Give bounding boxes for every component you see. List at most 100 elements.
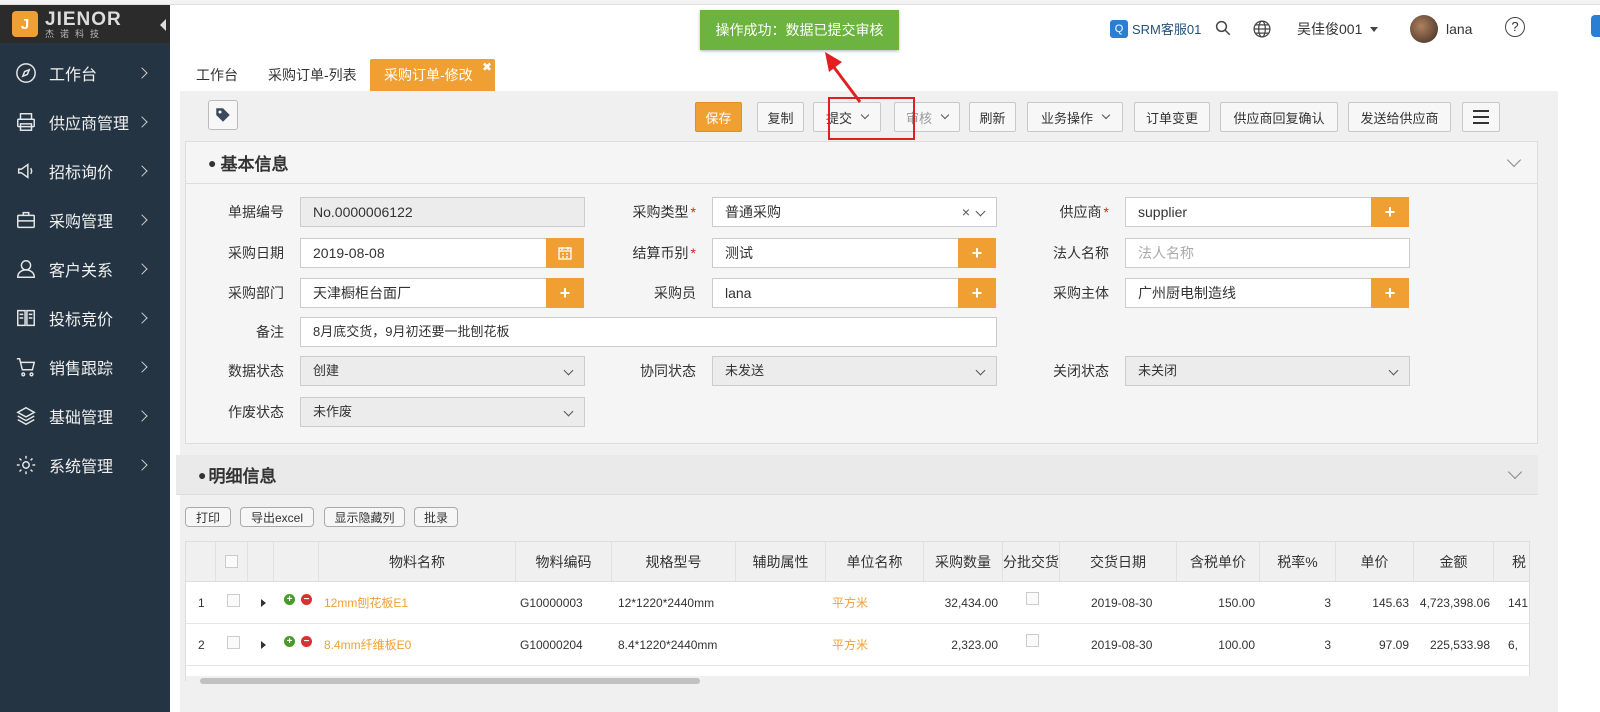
grid-header-qty[interactable]: 采购数量 [924, 542, 1003, 582]
sidebar-item-purchase[interactable]: 采购管理 [0, 195, 170, 244]
grid-header-batch-delivery[interactable]: 分批交货 [1003, 542, 1060, 582]
buyer-add-button[interactable]: + [958, 278, 996, 308]
close-status-label: 关闭状态 [1053, 363, 1109, 379]
add-row-icon[interactable]: + [284, 594, 295, 605]
row-checkbox[interactable] [227, 636, 240, 649]
batch-delivery-checkbox[interactable] [1026, 592, 1039, 605]
print-button[interactable]: 打印 [185, 507, 231, 527]
add-row-icon[interactable]: + [284, 636, 295, 647]
batch-delivery-checkbox[interactable] [1026, 634, 1039, 647]
scroll-thumb[interactable] [200, 678, 700, 684]
sidebar-item-sales[interactable]: 销售跟踪 [0, 342, 170, 391]
plus-icon: + [559, 282, 571, 303]
row-checkbox[interactable] [227, 594, 240, 607]
show-hidden-columns-button[interactable]: 显示隐藏列 [324, 507, 405, 527]
dept-add-button[interactable]: + [546, 278, 584, 308]
export-excel-button[interactable]: 导出excel [240, 507, 314, 527]
tab-order-list[interactable]: 采购订单-列表 [254, 59, 371, 91]
tax-rate: 3 [1324, 638, 1331, 652]
grid-header-delivery-date[interactable]: 交货日期 [1060, 542, 1177, 582]
table-row[interactable]: 1 + − 12mm刨花板E1 G10000003 12*1220*2440mm… [186, 582, 1529, 624]
supplier-add-button[interactable]: + [1371, 197, 1409, 227]
void-status-select[interactable]: 未作废 [300, 397, 585, 427]
date-field[interactable]: 2019-08-08 [300, 238, 547, 268]
support-link[interactable]: Q SRM客服01 [1110, 19, 1201, 38]
help-button[interactable]: ? [1505, 17, 1525, 37]
remove-row-icon[interactable]: − [301, 636, 312, 647]
remove-row-icon[interactable]: − [301, 594, 312, 605]
entity-field[interactable]: 广州厨电制造线 [1125, 278, 1372, 308]
sidebar-item-system[interactable]: 系统管理 [0, 440, 170, 489]
tag-icon [216, 108, 230, 122]
user-icon: ● [208, 154, 217, 171]
copy-button[interactable]: 复制 [757, 102, 804, 132]
language-button[interactable] [1252, 19, 1272, 39]
send-to-supplier-button[interactable]: 发送给供应商 [1348, 102, 1451, 132]
remark-field[interactable]: 8月底交货，9月初还要一批刨花板 [300, 317, 997, 347]
sidebar-item-basic[interactable]: 基础管理 [0, 391, 170, 440]
expand-icon[interactable] [261, 641, 266, 649]
sidebar-collapse-icon[interactable] [160, 19, 166, 31]
qq-icon: Q [1110, 19, 1128, 38]
grid-header-price[interactable]: 单价 [1336, 542, 1414, 582]
chevron-right-icon [136, 164, 148, 177]
select-all-checkbox[interactable] [225, 555, 238, 568]
gear-icon [16, 455, 36, 474]
more-menu-button[interactable] [1462, 102, 1500, 132]
buyer-field[interactable]: lana [712, 278, 959, 308]
refresh-button[interactable]: 刷新 [969, 102, 1016, 132]
supplier-field[interactable]: supplier [1125, 197, 1372, 227]
grid-header-spec[interactable]: 规格型号 [612, 542, 736, 582]
clear-icon[interactable]: × [962, 198, 970, 226]
dept-field[interactable]: 天津橱柜台面厂 [300, 278, 547, 308]
date-picker-button[interactable] [546, 238, 584, 268]
collab-select[interactable]: 未发送 [712, 356, 997, 386]
material-name-link[interactable]: 8.4mm纤维板E0 [324, 624, 411, 666]
type-select[interactable]: 普通采购 × [712, 197, 997, 227]
grid-header-amount[interactable]: 金额 [1414, 542, 1494, 582]
legal-name-input[interactable]: 法人名称 [1125, 238, 1410, 268]
grid-header-material-code[interactable]: 物料编码 [516, 542, 612, 582]
grid-header-tax-price[interactable]: 含税单价 [1177, 542, 1260, 582]
business-ops-button[interactable]: 业务操作 [1027, 102, 1123, 132]
sidebar: J JIENOR 杰诺科技 工作台 供应商管理 招标询价 采购管理 客户关系 投… [0, 5, 170, 712]
basic-info-header[interactable]: ● 基本信息 [186, 142, 1537, 184]
chevron-right-icon [136, 66, 148, 79]
grid-header-material-name[interactable]: 物料名称 [319, 542, 516, 582]
grid-header-aux[interactable]: 辅助属性 [736, 542, 826, 582]
search-button[interactable] [1214, 19, 1232, 37]
sidebar-item-customer[interactable]: 客户关系 [0, 244, 170, 293]
sidebar-item-bidding[interactable]: 招标询价 [0, 146, 170, 195]
expand-icon[interactable] [261, 599, 266, 607]
close-status-value: 未关闭 [1138, 363, 1178, 378]
order-change-button[interactable]: 订单变更 [1134, 102, 1210, 132]
user-icon: ● [198, 466, 207, 483]
tab-order-edit[interactable]: 采购订单-修改 ✖ [370, 59, 495, 91]
close-icon[interactable]: ✖ [482, 60, 492, 74]
chevron-down-icon [975, 365, 986, 376]
entity-add-button[interactable]: + [1371, 278, 1409, 308]
table-row[interactable]: 2 + − 8.4mm纤维板E0 G10000204 8.4*1220*2440… [186, 624, 1529, 666]
tab-bar: 工作台 采购订单-列表 采购订单-修改 ✖ [170, 55, 1600, 91]
close-status-select[interactable]: 未关闭 [1125, 356, 1410, 386]
data-status-select[interactable]: 创建 [300, 356, 585, 386]
batch-entry-button[interactable]: 批录 [414, 507, 458, 527]
tab-workbench[interactable]: 工作台 [182, 59, 252, 91]
material-name-link[interactable]: 12mm刨花板E1 [324, 582, 408, 624]
grid-header-unit[interactable]: 单位名称 [826, 542, 924, 582]
currency-add-button[interactable]: + [958, 238, 996, 268]
currency-field[interactable]: 测试 [712, 238, 959, 268]
detail-header[interactable]: ● 明细信息 [176, 455, 1538, 495]
user-menu[interactable]: lana [1410, 15, 1472, 43]
account-dropdown[interactable]: 吴佳俊001 [1297, 19, 1379, 39]
sidebar-item-supplier[interactable]: 供应商管理 [0, 97, 170, 146]
edge-widget-icon[interactable] [1591, 15, 1600, 37]
grid-header-tax[interactable]: 税 [1494, 542, 1529, 582]
sidebar-item-workbench[interactable]: 工作台 [0, 48, 170, 97]
supplier-confirm-button[interactable]: 供应商回复确认 [1220, 102, 1338, 132]
save-button[interactable]: 保存 [695, 102, 742, 132]
grid-header-tax-rate[interactable]: 税率% [1260, 542, 1336, 582]
tag-button[interactable] [208, 100, 238, 130]
grid-horizontal-scrollbar[interactable] [186, 676, 1530, 686]
sidebar-item-auction[interactable]: 投标竞价 [0, 293, 170, 342]
